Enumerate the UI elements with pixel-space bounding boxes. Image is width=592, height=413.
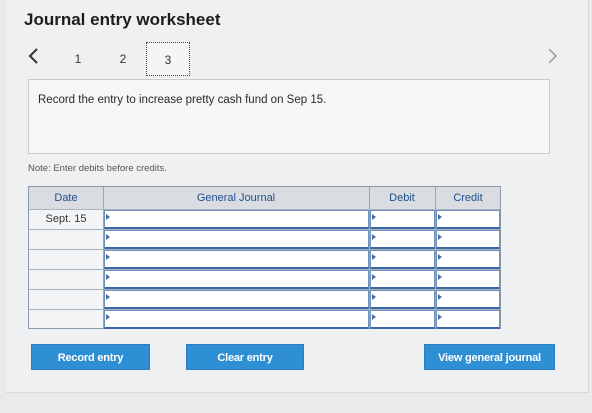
account-input[interactable] bbox=[104, 230, 369, 249]
account-input[interactable] bbox=[104, 290, 369, 309]
credit-input[interactable] bbox=[436, 210, 500, 229]
date-cell[interactable] bbox=[29, 310, 103, 329]
account-input[interactable] bbox=[104, 270, 369, 289]
credit-input[interactable] bbox=[436, 310, 500, 329]
dropdown-marker-icon bbox=[438, 214, 442, 220]
dropdown-marker-icon bbox=[372, 294, 376, 300]
dropdown-marker-icon bbox=[438, 234, 442, 240]
record-entry-button[interactable]: Record entry bbox=[31, 344, 150, 370]
view-general-journal-button[interactable]: View general journal bbox=[424, 344, 555, 370]
dropdown-marker-icon bbox=[438, 274, 442, 280]
date-cell[interactable] bbox=[29, 230, 103, 249]
journal-header: Date General Journal Debit Credit bbox=[29, 187, 500, 209]
header-debit: Debit bbox=[389, 192, 415, 204]
debit-input[interactable] bbox=[370, 310, 435, 329]
page-title: Journal entry worksheet bbox=[24, 10, 221, 29]
page-1-button[interactable]: 1 bbox=[66, 48, 90, 70]
note-text: Note: Enter debits before credits. bbox=[28, 163, 167, 174]
table-row bbox=[29, 309, 500, 329]
date-cell[interactable] bbox=[29, 270, 103, 289]
dropdown-marker-icon bbox=[372, 314, 376, 320]
chevron-left-icon[interactable] bbox=[26, 46, 42, 66]
dropdown-marker-icon bbox=[372, 274, 376, 280]
header-general-journal: General Journal bbox=[196, 192, 276, 204]
debit-input[interactable] bbox=[370, 270, 435, 289]
debit-input[interactable] bbox=[370, 250, 435, 269]
pager: 1 2 3 bbox=[0, 42, 592, 76]
journal-table: Date General Journal Debit Credit Sept. … bbox=[28, 186, 501, 329]
credit-input[interactable] bbox=[436, 270, 500, 289]
dropdown-marker-icon bbox=[106, 214, 110, 220]
debit-input[interactable] bbox=[370, 290, 435, 309]
date-cell[interactable] bbox=[29, 290, 103, 309]
dropdown-marker-icon bbox=[438, 294, 442, 300]
header-date: Date bbox=[54, 192, 78, 204]
page-3-button[interactable]: 3 bbox=[146, 42, 190, 76]
debit-input[interactable] bbox=[370, 210, 435, 229]
dropdown-marker-icon bbox=[106, 254, 110, 260]
credit-input[interactable] bbox=[436, 290, 500, 309]
account-input[interactable] bbox=[104, 210, 369, 229]
table-row bbox=[29, 289, 500, 309]
dropdown-marker-icon bbox=[438, 314, 442, 320]
account-input[interactable] bbox=[104, 310, 369, 329]
debit-input[interactable] bbox=[370, 230, 435, 249]
chevron-right-icon[interactable] bbox=[544, 46, 560, 66]
dropdown-marker-icon bbox=[106, 314, 110, 320]
dropdown-marker-icon bbox=[106, 274, 110, 280]
credit-input[interactable] bbox=[436, 250, 500, 269]
dropdown-marker-icon bbox=[106, 234, 110, 240]
instruction-text: Record the entry to increase pretty cash… bbox=[38, 94, 327, 106]
header-credit: Credit bbox=[453, 192, 483, 204]
dropdown-marker-icon bbox=[372, 254, 376, 260]
date-cell[interactable] bbox=[29, 250, 103, 269]
table-row bbox=[29, 269, 500, 289]
dropdown-marker-icon bbox=[438, 254, 442, 260]
page-2-button[interactable]: 2 bbox=[111, 48, 135, 70]
account-input[interactable] bbox=[104, 250, 369, 269]
dropdown-marker-icon bbox=[106, 294, 110, 300]
clear-entry-button[interactable]: Clear entry bbox=[186, 344, 304, 370]
dropdown-marker-icon bbox=[372, 214, 376, 220]
table-row: Sept. 15 bbox=[29, 209, 500, 229]
date-cell[interactable]: Sept. 15 bbox=[29, 210, 103, 229]
credit-input[interactable] bbox=[436, 230, 500, 249]
instruction-box: Record the entry to increase pretty cash… bbox=[28, 79, 550, 154]
table-row bbox=[29, 249, 500, 269]
table-row bbox=[29, 229, 500, 249]
dropdown-marker-icon bbox=[372, 234, 376, 240]
